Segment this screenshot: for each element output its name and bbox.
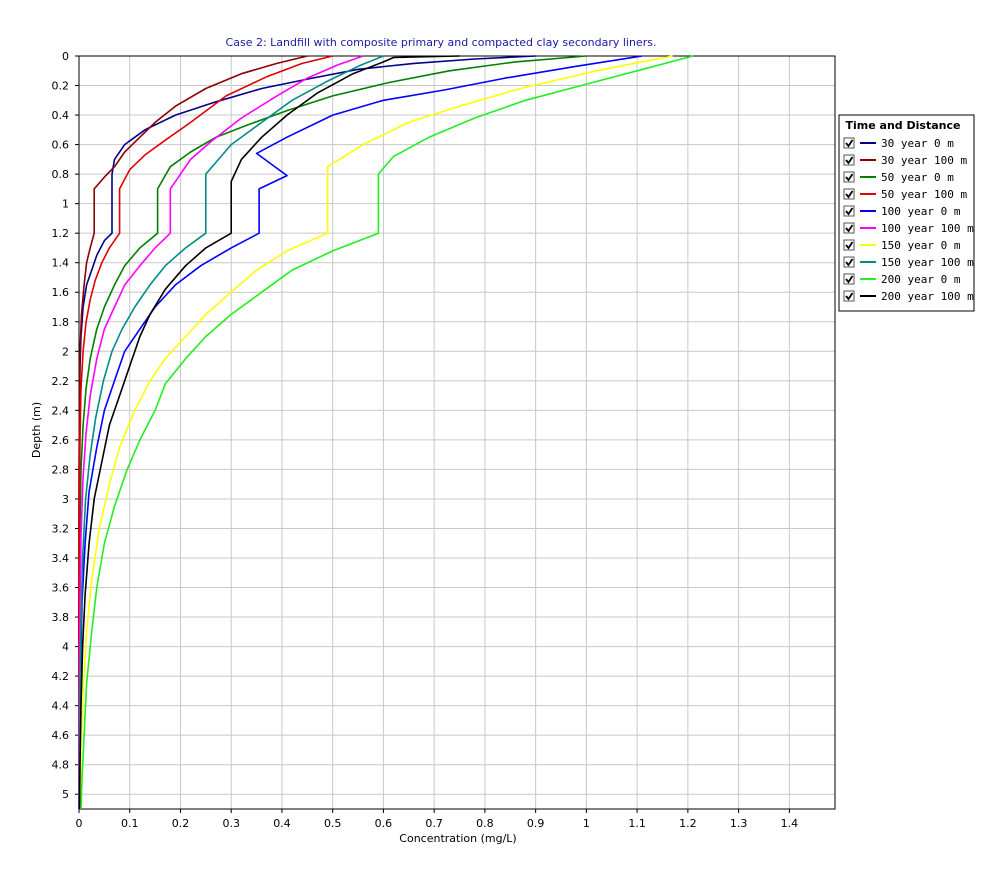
x-tick-label: 0.5 (324, 817, 342, 830)
y-tick-label: 0 (62, 50, 69, 63)
legend-label: 150 year 100 m (881, 256, 974, 269)
y-tick-label: 3.8 (52, 611, 70, 624)
x-tick-label: 0.9 (527, 817, 545, 830)
legend-label: 50 year 0 m (881, 171, 954, 184)
y-tick-label: 2.2 (52, 375, 70, 388)
x-tick-label: 1.1 (628, 817, 646, 830)
x-tick-label: 1 (583, 817, 590, 830)
y-tick-label: 4.2 (52, 670, 70, 683)
chart: Case 2: Landfill with composite primary … (0, 0, 1005, 881)
legend-label: 30 year 100 m (881, 154, 967, 167)
chart-title: Case 2: Landfill with composite primary … (226, 36, 657, 49)
y-tick-label: 1.6 (52, 286, 70, 299)
y-tick-label: 3.2 (52, 522, 70, 535)
x-tick-label: 0.2 (172, 817, 190, 830)
y-tick-label: 0.2 (52, 80, 70, 93)
x-tick-label: 0.8 (476, 817, 494, 830)
x-tick-label: 1.2 (679, 817, 697, 830)
y-tick-label: 4.8 (52, 759, 70, 772)
x-tick-label: 1.4 (781, 817, 799, 830)
x-tick-label: 0.6 (375, 817, 393, 830)
legend-title: Time and Distance (846, 119, 961, 132)
legend-label: 200 year 100 m (881, 290, 974, 303)
y-tick-label: 4 (62, 641, 69, 654)
y-tick-label: 0.4 (52, 109, 70, 122)
x-tick-label: 0.7 (425, 817, 443, 830)
y-tick-label: 3.6 (52, 582, 70, 595)
legend-label: 50 year 100 m (881, 188, 967, 201)
x-tick-label: 0.3 (222, 817, 240, 830)
y-tick-label: 1.2 (52, 227, 70, 240)
y-tick-label: 2.6 (52, 434, 70, 447)
y-tick-label: 4.6 (52, 729, 70, 742)
y-tick-label: 3.4 (52, 552, 70, 565)
legend-label: 30 year 0 m (881, 137, 954, 150)
x-tick-label: 0 (76, 817, 83, 830)
x-tick-label: 0.4 (273, 817, 291, 830)
y-tick-label: 0.8 (52, 168, 70, 181)
legend: Time and Distance 30 year 0 m 30 year 100… (838, 114, 975, 312)
y-tick-label: 5 (62, 788, 69, 801)
y-tick-label: 2.4 (52, 404, 70, 417)
y-tick-label: 0.6 (52, 139, 70, 152)
y-tick-label: 1.8 (52, 316, 70, 329)
x-tick-label: 0.1 (121, 817, 139, 830)
y-tick-label: 3 (62, 493, 69, 506)
legend-label: 100 year 0 m (881, 205, 961, 218)
y-tick-label: 1.4 (52, 257, 70, 270)
legend-label: 100 year 100 m (881, 222, 974, 235)
x-tick-label: 1.3 (730, 817, 748, 830)
legend-label: 150 year 0 m (881, 239, 961, 252)
y-tick-label: 2.8 (52, 463, 70, 476)
y-tick-label: 2 (62, 345, 69, 358)
legend-label: 200 year 0 m (881, 273, 961, 286)
y-axis-label: Depth (m) (30, 402, 43, 458)
y-tick-label: 4.4 (52, 700, 70, 713)
y-tick-label: 1 (62, 198, 69, 211)
x-axis-label: Concentration (mg/L) (399, 832, 516, 845)
